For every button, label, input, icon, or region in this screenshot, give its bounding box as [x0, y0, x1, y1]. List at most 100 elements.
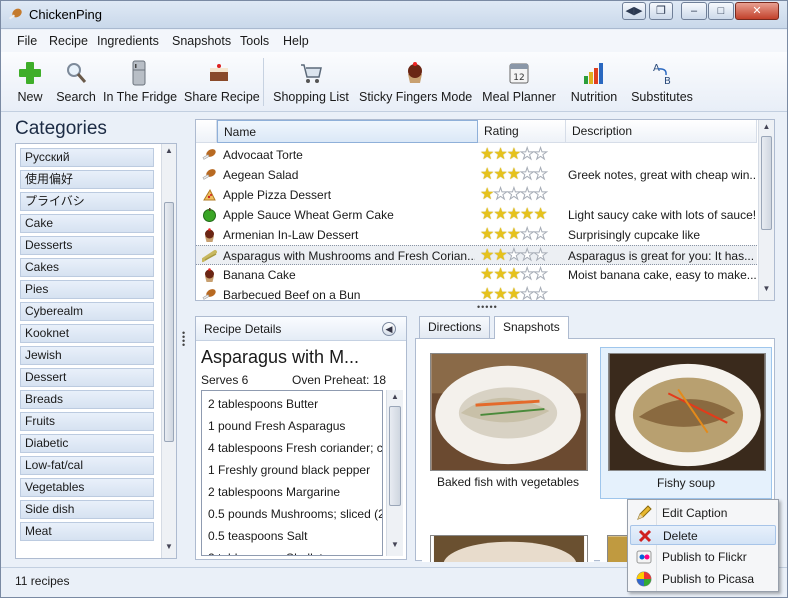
search-button[interactable]: Search [56, 60, 96, 110]
collapse-back-button[interactable]: ◀ [382, 322, 396, 336]
context-edit-caption[interactable]: Edit Caption [630, 503, 776, 523]
rating-stars[interactable]: ★★★★★ [480, 186, 548, 204]
rating-stars[interactable]: ★★★★★ [480, 146, 548, 164]
grid-row-selected[interactable]: Asparagus with Mushrooms and Fresh Coria… [196, 245, 757, 265]
snapshot-item[interactable] [422, 531, 594, 562]
snapshot-item[interactable]: Baked fish with vegetables [422, 347, 594, 499]
rating-star-icon[interactable]: ★ [480, 186, 494, 203]
grid-row[interactable]: Apple Pizza Dessert ★★★★★ [196, 185, 757, 205]
grid-scroll-down-icon[interactable]: ▼ [759, 284, 774, 298]
details-scroll-down-icon[interactable]: ▼ [387, 540, 403, 554]
rating-star-icon[interactable]: ★ [480, 226, 494, 243]
categories-scrollbar[interactable]: ▲ ▼ [161, 144, 176, 558]
category-item[interactable]: Cyberealm [20, 302, 154, 321]
category-item[interactable]: Русский [20, 148, 154, 167]
rating-star-icon[interactable]: ★ [480, 286, 494, 300]
context-delete[interactable]: Delete [630, 525, 776, 545]
grid-header-rating[interactable]: Rating [478, 120, 566, 143]
tab-snapshots[interactable]: Snapshots [494, 316, 569, 339]
rating-star-icon[interactable]: ★ [507, 206, 521, 223]
new-button[interactable]: New [11, 60, 49, 110]
shopping-list-button[interactable]: Shopping List [271, 60, 351, 110]
share-recipe-button[interactable]: Share Recipe [184, 60, 260, 110]
grid-row[interactable]: Barbecued Beef on a Bun ★★★★★ [196, 285, 757, 301]
minimize-button[interactable]: – [681, 2, 707, 20]
rating-star-icon[interactable]: ★ [480, 247, 494, 264]
details-scroll-thumb[interactable] [389, 406, 401, 506]
rating-star-icon[interactable]: ★ [520, 166, 535, 184]
grid-row[interactable]: Advocaat Torte ★★★★★ [196, 145, 757, 165]
rating-star-icon[interactable]: ★ [507, 286, 521, 300]
rating-star-icon[interactable]: ★ [480, 266, 494, 283]
scroll-down-arrow-icon[interactable]: ▼ [162, 542, 176, 556]
category-item[interactable]: Jewish [20, 346, 154, 365]
rating-star-icon[interactable]: ★ [493, 286, 507, 300]
nav-toggle-button[interactable]: ◀▶ [622, 2, 646, 20]
sticky-fingers-button[interactable]: Sticky Fingers Mode [359, 60, 472, 110]
rating-star-icon[interactable]: ★ [533, 146, 548, 164]
rating-star-icon[interactable]: ★ [520, 206, 534, 223]
grid-header-name[interactable]: Name [217, 120, 478, 143]
substitutes-button[interactable]: AB Substitutes [631, 60, 693, 110]
category-item[interactable]: Desserts [20, 236, 154, 255]
rating-star-icon[interactable]: ★ [507, 166, 521, 183]
category-item[interactable]: 使用偏好 [20, 170, 154, 189]
rating-stars[interactable]: ★★★★★ [480, 266, 548, 284]
rating-star-icon[interactable]: ★ [480, 206, 494, 223]
category-item[interactable]: Low-fat/cal [20, 456, 154, 475]
rating-star-icon[interactable]: ★ [520, 286, 535, 301]
restore-layout-button[interactable]: ❐ [649, 2, 673, 20]
category-item[interactable]: Pies [20, 280, 154, 299]
rating-stars[interactable]: ★★★★★ [480, 286, 548, 301]
title-bar[interactable]: ChickenPing ◀▶ ❐ – □ ✕ [1, 1, 787, 29]
rating-star-icon[interactable]: ★ [493, 247, 507, 264]
grid-scrollbar[interactable]: ▲ ▼ [758, 120, 774, 300]
context-publish-picasa[interactable]: Publish to Picasa [630, 569, 776, 589]
grid-row[interactable]: Armenian In-Law Dessert ★★★★★ Surprisingly… [196, 225, 757, 245]
category-item[interactable]: Kooknet [20, 324, 154, 343]
grid-row[interactable]: Aegean Salad ★★★★★ Greek notes, great with… [196, 165, 757, 185]
close-button[interactable]: ✕ [735, 2, 779, 20]
rating-star-icon[interactable]: ★ [533, 286, 548, 301]
snapshot-item[interactable] [600, 531, 630, 562]
rating-star-icon[interactable]: ★ [520, 247, 535, 265]
category-item[interactable]: Meat [20, 522, 154, 541]
rating-star-icon[interactable]: ★ [533, 166, 548, 184]
rating-star-icon[interactable]: ★ [493, 206, 507, 223]
rating-star-icon[interactable]: ★ [480, 166, 494, 183]
rating-star-icon[interactable]: ★ [480, 146, 494, 163]
rating-stars[interactable]: ★★★★★ [480, 247, 548, 265]
rating-star-icon[interactable]: ★ [507, 146, 521, 163]
rating-star-icon[interactable]: ★ [506, 186, 521, 204]
rating-stars[interactable]: ★★★★★ [480, 226, 548, 244]
tab-directions[interactable]: Directions [419, 316, 491, 338]
category-item[interactable]: Diabetic [20, 434, 154, 453]
rating-star-icon[interactable]: ★ [533, 206, 547, 223]
context-publish-flickr[interactable]: Publish to Flickr [630, 547, 776, 567]
nutrition-button[interactable]: Nutrition [567, 60, 621, 110]
rating-stars[interactable]: ★★★★★ [480, 166, 548, 184]
menu-tools[interactable]: Tools [240, 34, 269, 48]
grid-header-description[interactable]: Description [566, 120, 757, 143]
category-item[interactable]: Cake [20, 214, 154, 233]
menu-recipe[interactable]: Recipe [49, 34, 88, 48]
rating-star-icon[interactable]: ★ [533, 266, 548, 284]
rating-star-icon[interactable]: ★ [533, 226, 548, 244]
rating-star-icon[interactable]: ★ [520, 266, 535, 284]
maximize-button[interactable]: □ [708, 2, 734, 20]
grid-scroll-up-icon[interactable]: ▲ [759, 122, 774, 136]
rating-star-icon[interactable]: ★ [520, 226, 535, 244]
grid-row[interactable]: Apple Sauce Wheat Germ Cake ★★★★★ Light sa… [196, 205, 757, 225]
menu-ingredients[interactable]: Ingredients [97, 34, 159, 48]
rating-star-icon[interactable]: ★ [533, 186, 548, 204]
menu-snapshots[interactable]: Snapshots [172, 34, 231, 48]
rating-star-icon[interactable]: ★ [520, 186, 535, 204]
category-item[interactable]: Cakes [20, 258, 154, 277]
snapshot-item-selected[interactable]: Fishy soup [600, 347, 772, 499]
rating-star-icon[interactable]: ★ [507, 226, 521, 243]
rating-star-icon[interactable]: ★ [533, 247, 548, 265]
rating-star-icon[interactable]: ★ [493, 146, 507, 163]
category-item[interactable]: Side dish [20, 500, 154, 519]
grid-row[interactable]: Banana Cake ★★★★★ Moist banana cake, easy … [196, 265, 757, 285]
rating-star-icon[interactable]: ★ [507, 266, 521, 283]
